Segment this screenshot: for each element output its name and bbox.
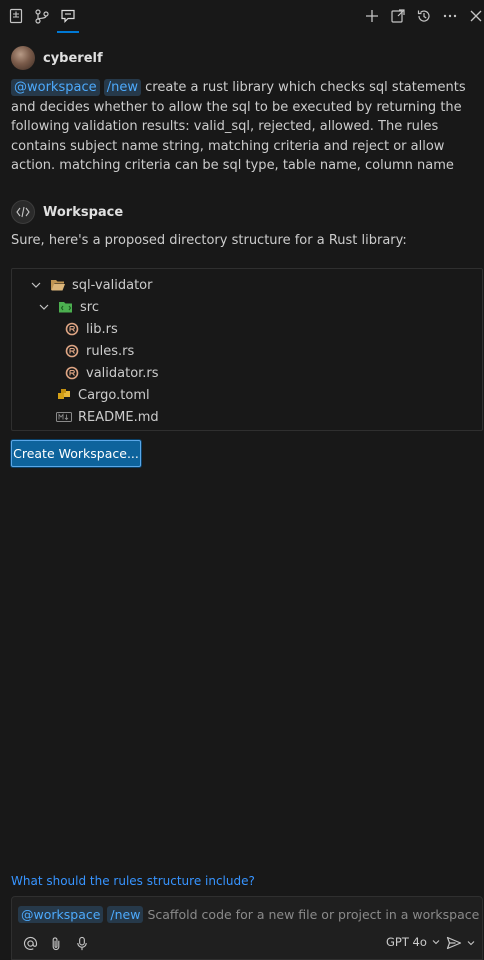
active-tab-indicator	[57, 31, 79, 33]
chat-input-field[interactable]: @workspace /new Scaffold code for a new …	[18, 906, 480, 923]
new-chat-icon[interactable]	[364, 8, 380, 24]
history-icon[interactable]	[416, 8, 432, 24]
rust-file-icon	[64, 343, 80, 359]
open-in-editor-icon[interactable]	[390, 8, 406, 24]
agent-chip: @workspace	[11, 79, 100, 96]
tree-label-file: validator.rs	[86, 365, 159, 381]
input-command-chip: /new	[107, 906, 144, 923]
rust-file-icon	[64, 365, 80, 381]
send-options-icon[interactable]	[466, 935, 476, 951]
microphone-icon[interactable]	[74, 935, 90, 951]
tree-label-file: lib.rs	[86, 321, 118, 337]
model-picker[interactable]: GPT 4o	[386, 935, 441, 949]
mention-icon[interactable]	[22, 935, 38, 951]
more-actions-icon[interactable]	[442, 8, 458, 24]
tree-label-file: rules.rs	[86, 343, 135, 359]
tree-item-src[interactable]: src	[36, 296, 99, 318]
tree-item-file[interactable]: lib.rs	[64, 318, 118, 340]
cargo-icon	[56, 387, 72, 403]
avatar	[11, 46, 35, 70]
src-folder-icon	[58, 299, 74, 315]
model-label: GPT 4o	[386, 935, 427, 949]
chevron-down-icon	[432, 940, 440, 945]
tree-item-file[interactable]: validator.rs	[64, 362, 159, 384]
tree-label-readme: README.md	[78, 409, 159, 425]
input-agent-chip: @workspace	[18, 906, 104, 923]
tree-label-cargo: Cargo.toml	[78, 387, 150, 403]
tree-item-cargo[interactable]: Cargo.toml	[56, 384, 150, 406]
source-control-icon[interactable]	[34, 8, 50, 24]
create-workspace-button[interactable]: Create Workspace...	[11, 440, 141, 467]
send-icon[interactable]	[444, 935, 464, 951]
followup-suggestion[interactable]: What should the rules structure include?	[11, 874, 255, 888]
tree-item-readme[interactable]: README.md	[56, 406, 159, 428]
agent-name: Workspace	[43, 204, 124, 220]
chat-icon[interactable]	[60, 8, 76, 24]
tree-label-root: sql-validator	[72, 277, 153, 293]
attach-icon[interactable]	[48, 935, 64, 951]
markdown-icon	[56, 409, 72, 425]
edits-icon[interactable]	[8, 8, 24, 24]
user-message-header: cyberelf	[11, 45, 103, 71]
chat-toolbar	[0, 0, 484, 34]
chat-input[interactable]: @workspace /new Scaffold code for a new …	[11, 896, 483, 960]
close-icon[interactable]	[468, 8, 484, 24]
rust-file-icon	[64, 321, 80, 337]
chevron-down-icon	[28, 277, 44, 293]
response-header: Workspace	[11, 199, 123, 225]
command-chip: /new	[103, 79, 141, 96]
chevron-down-icon	[36, 299, 52, 315]
tree-item-root[interactable]: sql-validator	[28, 274, 152, 296]
response-message: Sure, here's a proposed directory struct…	[11, 233, 407, 248]
user-prompt: @workspace /new create a rust library wh…	[11, 78, 483, 176]
file-tree: sql-validator src lib.rs rules.rs valida…	[11, 268, 483, 431]
tree-label-src: src	[80, 299, 99, 315]
workspace-agent-icon	[11, 200, 35, 224]
tree-item-file[interactable]: rules.rs	[64, 340, 134, 362]
folder-open-icon	[50, 277, 66, 293]
user-name: cyberelf	[43, 50, 103, 66]
input-placeholder: Scaffold code for a new file or project …	[147, 907, 480, 922]
